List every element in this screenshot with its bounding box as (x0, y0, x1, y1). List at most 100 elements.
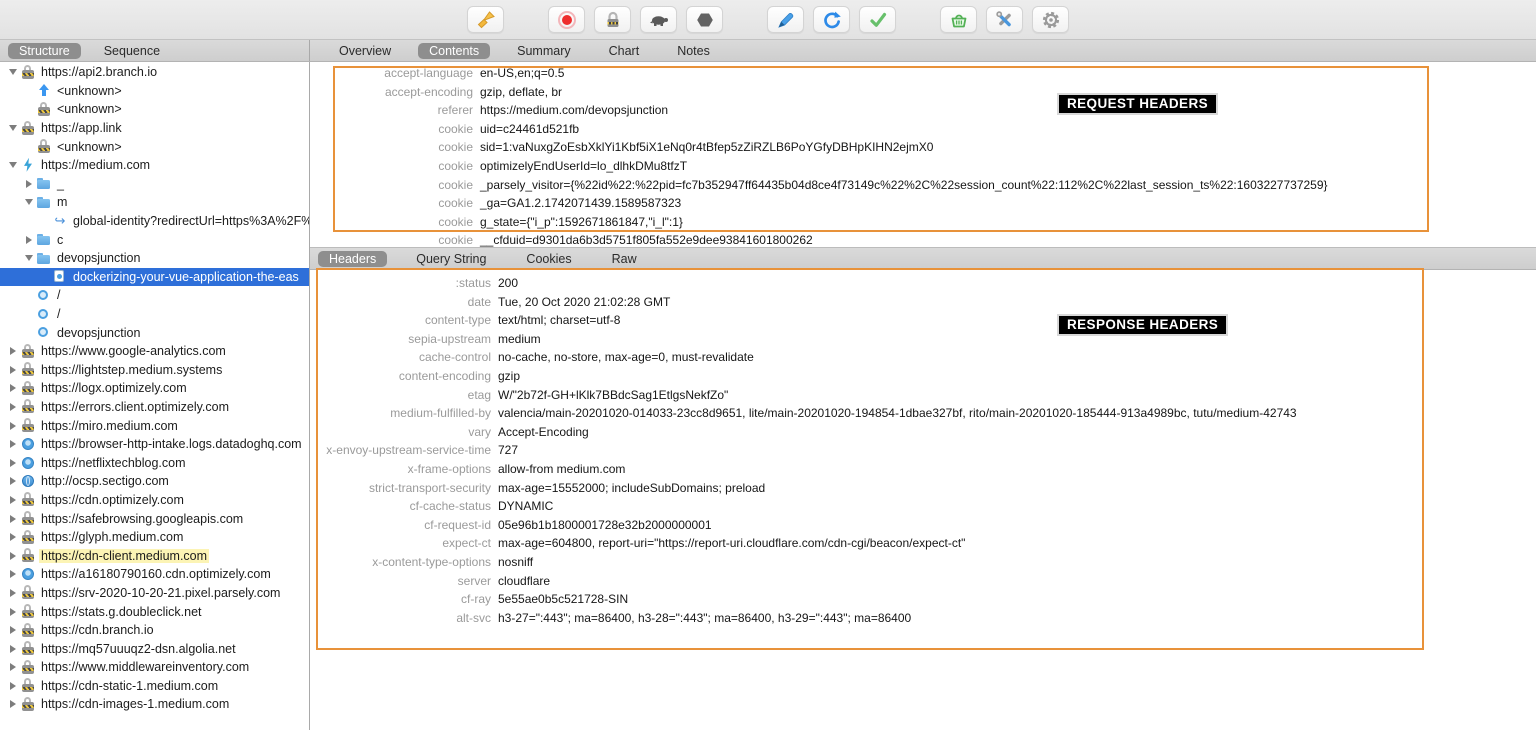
disclosure-right-icon[interactable] (6, 347, 20, 355)
basket-button[interactable] (940, 6, 977, 33)
disclosure-right-icon[interactable] (6, 403, 20, 411)
flash-icon (20, 455, 36, 470)
disclosure-right-icon[interactable] (6, 366, 20, 374)
header-key: cookie (310, 176, 473, 195)
disclosure-right-icon[interactable] (6, 496, 20, 504)
disclosure-right-icon[interactable] (6, 608, 20, 616)
tree-item[interactable]: dockerizing-your-vue-application-the-eas (0, 268, 309, 287)
lock-icon (20, 65, 36, 80)
disclosure-right-icon[interactable] (6, 459, 20, 467)
tree-item[interactable]: https://cdn.optimizely.com (0, 491, 309, 510)
disclosure-down-icon[interactable] (6, 125, 20, 131)
validate-button[interactable] (859, 6, 896, 33)
response-headers-pane[interactable]: :status200dateTue, 20 Oct 2020 21:02:28 … (310, 270, 1536, 627)
tree-item[interactable]: https://miro.medium.com (0, 416, 309, 435)
disclosure-right-icon[interactable] (6, 515, 20, 523)
disclosure-down-icon[interactable] (22, 255, 36, 261)
tree-item[interactable]: https://cdn-static-1.medium.com (0, 677, 309, 696)
tree-item[interactable]: https://www.google-analytics.com (0, 342, 309, 361)
tree-item-label: https://cdn-images-1.medium.com (39, 697, 231, 711)
disclosure-right-icon[interactable] (6, 700, 20, 708)
tree-item[interactable]: devopsjunction (0, 323, 309, 342)
tree-item[interactable]: https://safebrowsing.googleapis.com (0, 509, 309, 528)
tree-item[interactable]: https://cdn.branch.io (0, 621, 309, 640)
disclosure-right-icon[interactable] (6, 477, 20, 485)
subtab-raw[interactable]: Raw (601, 251, 648, 267)
tree-item[interactable]: / (0, 305, 309, 324)
flash-icon (20, 567, 36, 582)
disclosure-right-icon[interactable] (22, 236, 36, 244)
header-value: 5e55ae0b5c521728-SIN (498, 590, 628, 609)
tree-item[interactable]: https://browser-http-intake.logs.datadog… (0, 435, 309, 454)
tree-item[interactable]: https://www.middlewareinventory.com (0, 658, 309, 677)
main-tab-contents[interactable]: Contents (418, 43, 490, 59)
ssl-lock-button[interactable] (594, 6, 631, 33)
tree-item[interactable]: http://ocsp.sectigo.com (0, 472, 309, 491)
tree-item[interactable]: _ (0, 175, 309, 194)
header-key: cache-control (310, 348, 491, 367)
disclosure-right-icon[interactable] (6, 552, 20, 560)
tree-item[interactable]: <unknown> (0, 100, 309, 119)
tree-item[interactable]: https://errors.client.optimizely.com (0, 398, 309, 417)
disclosure-right-icon[interactable] (6, 682, 20, 690)
tree-item-label: https://mq57uuuqz2-dsn.algolia.net (39, 642, 238, 656)
repeat-button[interactable] (813, 6, 850, 33)
throttle-button[interactable] (640, 6, 677, 33)
settings-button[interactable] (1032, 6, 1069, 33)
tree-item[interactable]: https://srv-2020-10-20-21.pixel.parsely.… (0, 584, 309, 603)
disclosure-down-icon[interactable] (6, 69, 20, 75)
disclosure-right-icon[interactable] (6, 645, 20, 653)
sidebar-tab-sequence[interactable]: Sequence (93, 43, 171, 59)
main-tab-summary[interactable]: Summary (506, 43, 581, 59)
disclosure-right-icon[interactable] (6, 533, 20, 541)
tree-item[interactable]: https://netflixtechblog.com (0, 453, 309, 472)
tools-button[interactable] (986, 6, 1023, 33)
disclosure-right-icon[interactable] (22, 180, 36, 188)
disclosure-right-icon[interactable] (6, 663, 20, 671)
disclosure-right-icon[interactable] (6, 626, 20, 634)
disclosure-right-icon[interactable] (6, 422, 20, 430)
tree-item[interactable]: https://mq57uuuqz2-dsn.algolia.net (0, 639, 309, 658)
tree-item[interactable]: https://stats.g.doubleclick.net (0, 602, 309, 621)
tree-item[interactable]: m (0, 193, 309, 212)
tree-item[interactable]: devopsjunction (0, 249, 309, 268)
header-key: cf-request-id (310, 516, 491, 535)
structure-tree[interactable]: https://api2.branch.io<unknown><unknown>… (0, 62, 310, 730)
broom-button[interactable] (467, 6, 504, 33)
compose-button[interactable] (767, 6, 804, 33)
tree-item[interactable]: https://api2.branch.io (0, 63, 309, 82)
tree-item[interactable]: https://a16180790160.cdn.optimizely.com (0, 565, 309, 584)
tree-item-label: https://lightstep.medium.systems (39, 363, 224, 377)
sidebar-tab-structure[interactable]: Structure (8, 43, 81, 59)
disclosure-right-icon[interactable] (6, 589, 20, 597)
tree-item[interactable]: ↪global-identity?redirectUrl=https%3A%2F… (0, 212, 309, 231)
disclosure-right-icon[interactable] (6, 570, 20, 578)
subtab-headers[interactable]: Headers (318, 251, 387, 267)
tree-item[interactable]: https://medium.com (0, 156, 309, 175)
tree-item[interactable]: https://cdn-client.medium.com (0, 546, 309, 565)
disclosure-right-icon[interactable] (6, 440, 20, 448)
subtab-query-string[interactable]: Query String (405, 251, 497, 267)
disclosure-right-icon[interactable] (6, 384, 20, 392)
main-tab-overview[interactable]: Overview (328, 43, 402, 59)
main-tab-notes[interactable]: Notes (666, 43, 721, 59)
tree-item[interactable]: <unknown> (0, 137, 309, 156)
tree-item[interactable]: / (0, 286, 309, 305)
disclosure-down-icon[interactable] (22, 199, 36, 205)
tree-item[interactable]: https://logx.optimizely.com (0, 379, 309, 398)
disclosure-down-icon[interactable] (6, 162, 20, 168)
main-tab-chart[interactable]: Chart (598, 43, 651, 59)
tree-item[interactable]: https://glyph.medium.com (0, 528, 309, 547)
subtab-cookies[interactable]: Cookies (515, 251, 582, 267)
tree-item[interactable]: https://app.link (0, 119, 309, 138)
tree-item[interactable]: <unknown> (0, 82, 309, 101)
tree-item-label: https://logx.optimizely.com (39, 381, 189, 395)
request-headers-pane[interactable]: accept-languageen-US,en;q=0.5accept-enco… (310, 62, 1536, 247)
breakpoint-button[interactable] (686, 6, 723, 33)
tree-item[interactable]: c (0, 230, 309, 249)
header-row: strict-transport-securitymax-age=1555200… (310, 479, 1536, 498)
lock-icon (20, 678, 36, 693)
tree-item[interactable]: https://cdn-images-1.medium.com (0, 695, 309, 714)
tree-item[interactable]: https://lightstep.medium.systems (0, 361, 309, 380)
record-button[interactable] (548, 6, 585, 33)
